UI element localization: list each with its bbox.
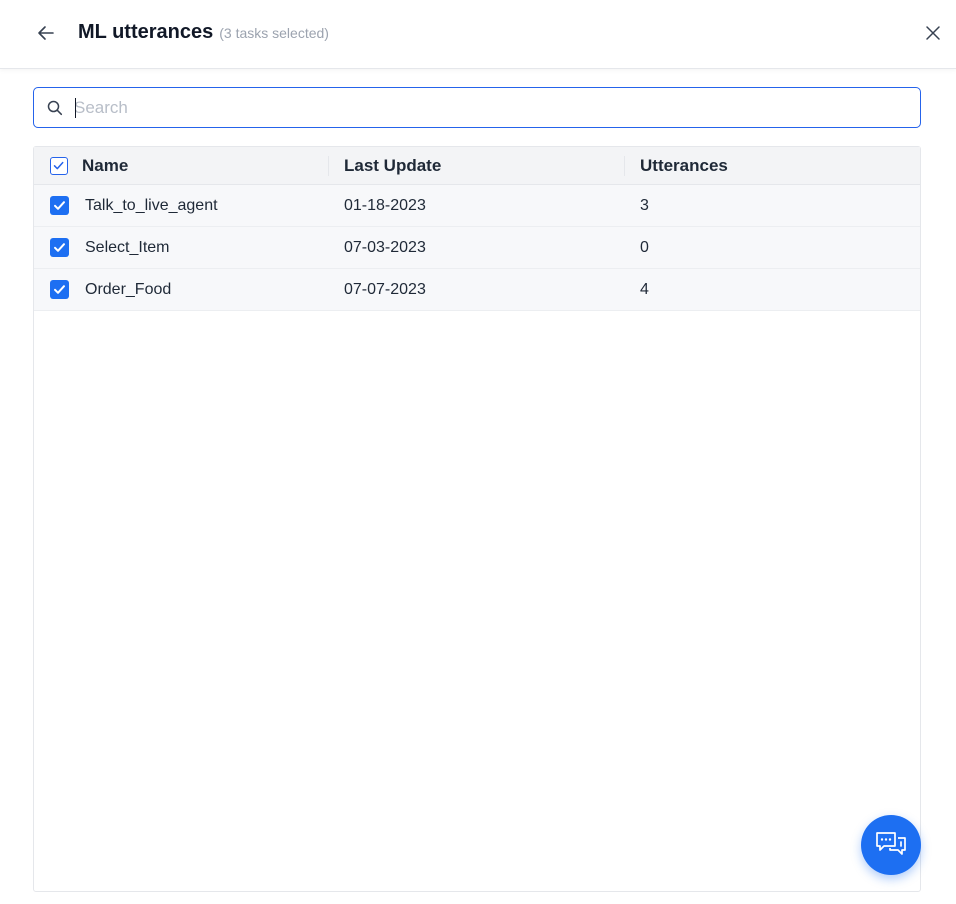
search-icon (47, 100, 63, 116)
utterance-count: 0 (640, 239, 649, 256)
chat-bubbles-icon (876, 832, 906, 855)
last-update: 07-03-2023 (344, 239, 426, 256)
last-update: 01-18-2023 (344, 197, 426, 214)
row-checkbox[interactable] (50, 196, 69, 215)
column-divider[interactable] (624, 156, 625, 176)
table-row[interactable]: Select_Item 07-03-2023 0 (34, 227, 920, 269)
tasks-table: Name Last Update Utterances Talk_to_live… (33, 146, 921, 892)
text-cursor (75, 98, 76, 118)
task-name: Order_Food (85, 281, 172, 298)
select-all-checkbox[interactable] (50, 157, 68, 175)
utterance-count: 3 (640, 197, 649, 214)
chat-button[interactable] (861, 815, 921, 875)
table-header: Name Last Update Utterances (34, 147, 920, 185)
title-text: ML utterances (78, 21, 214, 43)
task-name: Talk_to_live_agent (85, 197, 218, 214)
selection-count: (3 tasks selected) (219, 25, 329, 41)
row-checkbox[interactable] (50, 238, 69, 257)
page-title: ML utterances (3 tasks selected) (78, 21, 329, 44)
check-icon (54, 201, 65, 210)
check-icon (53, 161, 64, 170)
column-header-last-update[interactable]: Last Update (344, 156, 441, 176)
table-row[interactable]: Order_Food 07-07-2023 4 (34, 269, 920, 311)
last-update: 07-07-2023 (344, 281, 426, 298)
check-icon (54, 243, 65, 252)
task-name: Select_Item (85, 239, 170, 256)
column-header-utterances[interactable]: Utterances (640, 156, 728, 176)
utterance-count: 4 (640, 281, 649, 298)
arrow-left-icon (38, 26, 54, 40)
row-checkbox[interactable] (50, 280, 69, 299)
search-box[interactable] (33, 87, 921, 128)
dialog-header: ML utterances (3 tasks selected) (0, 0, 956, 69)
check-icon (54, 285, 65, 294)
close-button[interactable] (922, 22, 944, 44)
column-divider[interactable] (328, 156, 329, 176)
back-button[interactable] (34, 21, 58, 45)
close-icon (926, 26, 940, 40)
table-row[interactable]: Talk_to_live_agent 01-18-2023 3 (34, 185, 920, 227)
column-header-name[interactable]: Name (82, 156, 128, 176)
search-input[interactable] (74, 92, 904, 123)
